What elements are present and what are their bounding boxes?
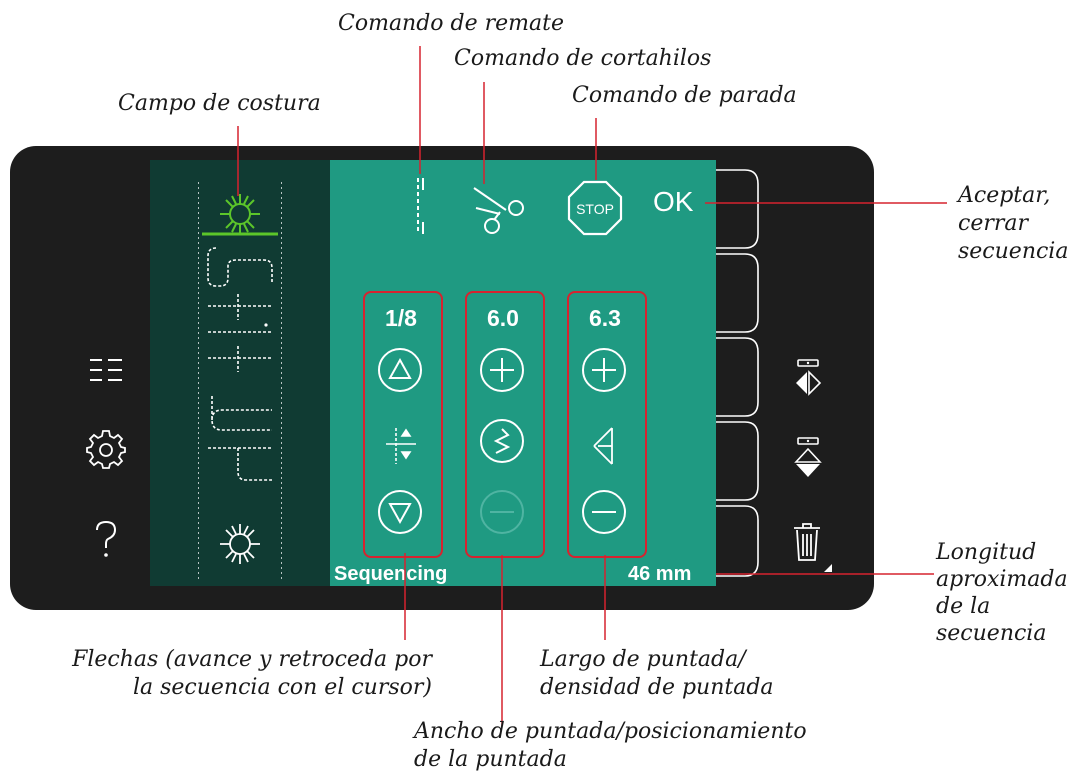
callout-tie-off: Comando de remate bbox=[338, 11, 565, 36]
callout-stitch-length-line1: Largo de puntada/ bbox=[540, 647, 746, 672]
callout-ok-line2: cerrar bbox=[958, 211, 1029, 236]
callout-length-line1: Longitud bbox=[936, 540, 1037, 565]
callout-length-line2: aproximada bbox=[936, 567, 1068, 592]
callout-thread-cut: Comando de cortahilos bbox=[454, 46, 712, 71]
callout-length-line3: de la bbox=[936, 594, 991, 619]
callout-sewing-field: Campo de costura bbox=[118, 91, 321, 116]
callout-stitch-width-line2: de la puntada bbox=[414, 747, 567, 772]
callout-ok-line3: secuencia bbox=[958, 239, 1069, 264]
callout-arrows-line2: la secuencia con el cursor) bbox=[132, 675, 432, 700]
callout-stitch-width-line1: Ancho de puntada/posicionamiento bbox=[414, 719, 807, 744]
callout-length-line4: secuencia bbox=[936, 621, 1047, 646]
callout-arrows-line1: Flechas (avance y retroceda por bbox=[72, 647, 432, 672]
callout-stop: Comando de parada bbox=[572, 83, 797, 108]
callout-stitch-length-line2: densidad de puntada bbox=[540, 675, 774, 700]
callout-ok-line1: Aceptar, bbox=[958, 183, 1051, 208]
